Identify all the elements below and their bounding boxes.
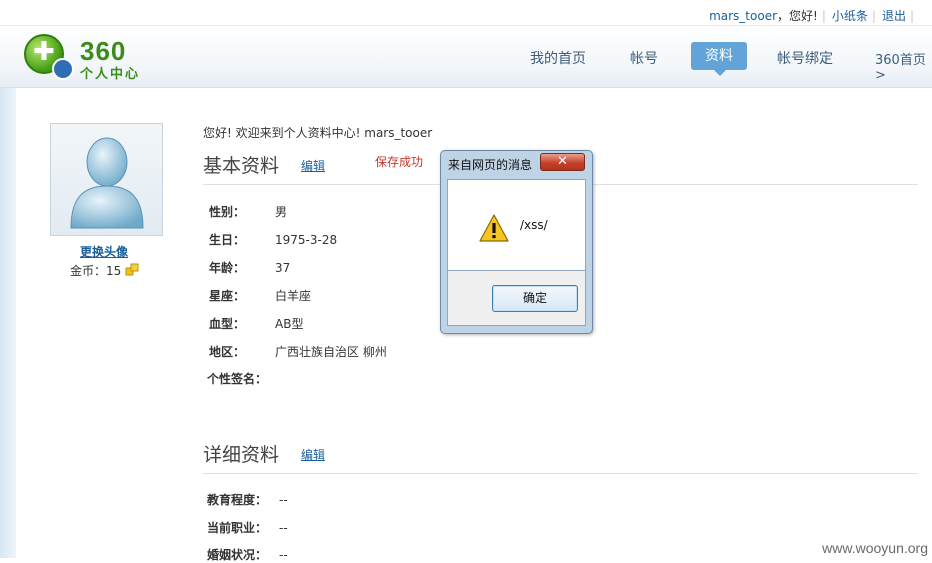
user-info: mars_tooer，您好! | 小纸条 | 退出 | <box>709 7 920 24</box>
separator: | <box>821 9 826 23</box>
row-value: 广西壮族自治区 柳州 <box>275 345 387 359</box>
row-value: 1975-3-28 <box>275 233 338 247</box>
dialog-title: 来自网页的消息 <box>448 158 533 172</box>
nav-my-home[interactable]: 我的首页 <box>530 48 586 68</box>
row-value: AB型 <box>275 317 304 331</box>
username-link[interactable]: mars_tooer <box>709 9 777 23</box>
ok-button[interactable]: 确定 <box>492 285 578 312</box>
coins-value: 15 <box>106 264 122 278</box>
detail-edit-link[interactable]: 编辑 <box>301 446 325 463</box>
separator: | <box>909 9 914 23</box>
separator: | <box>871 9 876 23</box>
row-value: 白羊座 <box>275 289 312 303</box>
row-label: 血型： <box>209 317 246 331</box>
dialog-message: /xss/ <box>520 218 548 232</box>
row-value: -- <box>279 521 288 535</box>
info-row-birthday: 生日： 1975-3-28 <box>209 231 337 248</box>
basic-info-title: 基本资料 <box>203 155 280 177</box>
watermark: www.wooyun.org <box>822 540 928 556</box>
row-value: 男 <box>275 205 288 219</box>
info-row-education: 教育程度： -- <box>207 491 288 508</box>
row-label: 婚姻状况： <box>207 548 268 562</box>
nav-account[interactable]: 帐号 <box>630 48 658 68</box>
greeting-text: ，您好! <box>777 9 818 23</box>
coin-icon <box>125 263 139 276</box>
change-avatar-link[interactable]: 更换头像 <box>80 243 128 260</box>
nav-profile-active[interactable]: 资料 <box>691 42 747 76</box>
nav-account-binding[interactable]: 帐号绑定 <box>777 48 833 68</box>
detail-info-title: 详细资料 <box>203 444 280 466</box>
row-label: 性别： <box>209 205 246 219</box>
coins-label: 金币： <box>70 264 107 278</box>
row-label: 个性签名： <box>207 372 268 386</box>
row-label: 地区： <box>209 345 246 359</box>
info-row-occupation: 当前职业： -- <box>207 519 288 536</box>
info-row-region: 地区： 广西壮族自治区 柳州 <box>209 343 387 360</box>
info-row-blood-type: 血型： AB型 <box>209 315 303 332</box>
row-label: 当前职业： <box>207 521 268 535</box>
basic-edit-link[interactable]: 编辑 <box>301 157 325 174</box>
alert-dialog: 来自网页的消息 ✕ /xss/ 确定 <box>440 150 593 334</box>
info-row-age: 年龄： 37 <box>209 259 290 276</box>
avatar-silhouette-icon <box>70 137 144 229</box>
row-label: 星座： <box>209 289 246 303</box>
info-row-signature: 个性签名： <box>207 370 273 387</box>
divider <box>203 473 918 474</box>
row-label: 生日： <box>209 233 246 247</box>
row-value: -- <box>279 493 288 507</box>
main-nav: 我的首页 帐号 资料 帐号绑定 360首页> <box>0 40 932 83</box>
dialog-footer: 确定 <box>447 271 586 326</box>
top-strip: mars_tooer，您好! | 小纸条 | 退出 | <box>0 0 932 26</box>
welcome-text: 您好! 欢迎来到个人资料中心! mars_tooer <box>203 126 433 140</box>
row-value: 37 <box>275 261 291 275</box>
row-value: -- <box>279 548 288 562</box>
avatar <box>50 123 163 236</box>
row-label: 教育程度： <box>207 493 268 507</box>
info-row-marital: 婚姻状况： -- <box>207 546 288 563</box>
close-button[interactable]: ✕ <box>540 153 585 171</box>
save-success-message: 保存成功 <box>375 155 424 169</box>
left-edge-decoration <box>0 88 16 558</box>
row-label: 年龄： <box>209 261 246 275</box>
info-row-gender: 性别： 男 <box>209 203 287 220</box>
info-row-zodiac: 星座： 白羊座 <box>209 287 311 304</box>
warning-icon <box>479 214 509 242</box>
notes-link[interactable]: 小纸条 <box>832 9 868 23</box>
nav-360-home[interactable]: 360首页> <box>875 49 932 83</box>
dialog-body: /xss/ <box>447 179 586 271</box>
site-header: ✚ 360 个人中心 我的首页 帐号 资料 帐号绑定 360首页> <box>0 26 932 88</box>
logout-link[interactable]: 退出 <box>882 9 906 23</box>
coins: 金币：15 <box>70 262 121 279</box>
